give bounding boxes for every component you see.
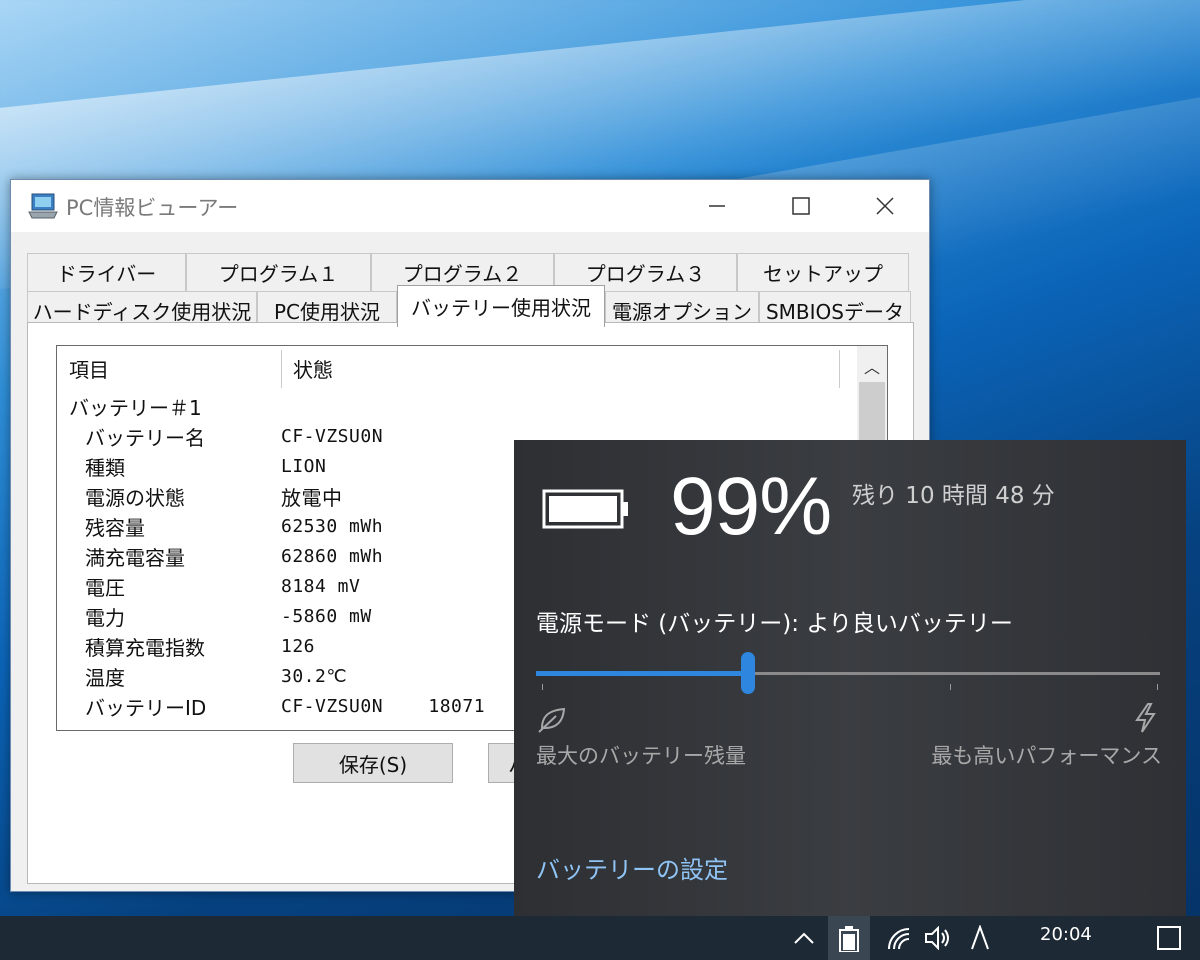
item-value: 62860 mWh [281, 545, 384, 567]
wifi-icon [888, 928, 910, 950]
taskbar: 20:04 [0, 916, 1200, 960]
item-label: 温度 [85, 665, 125, 690]
item-value: 30.2℃ [281, 665, 348, 687]
item-value: 8184 mV [281, 575, 361, 597]
action-center-button[interactable] [1148, 916, 1190, 960]
power-mode-label: 電源モード (バッテリー): より良いバッテリー [536, 611, 1013, 637]
minimize-button[interactable] [675, 184, 759, 228]
taskbar-clock[interactable]: 20:04 [1040, 924, 1092, 945]
scroll-thumb[interactable] [859, 382, 885, 442]
column-header-item[interactable]: 項目 [69, 346, 109, 390]
item-label: 電圧 [85, 575, 125, 600]
column-divider[interactable] [281, 350, 282, 388]
battery-tray-button[interactable] [828, 916, 870, 960]
item-label: 積算充電指数 [85, 635, 205, 660]
show-hidden-icons-button[interactable] [786, 916, 822, 960]
item-label: バッテリー名 [85, 425, 205, 450]
window-title: PC情報ビューアー [66, 196, 239, 220]
notification-icon [1157, 926, 1181, 950]
battery-icon [542, 489, 628, 529]
column-divider[interactable] [839, 350, 840, 388]
best-performance-label: 最も高いパフォーマンス [931, 744, 1162, 768]
item-value: CF-VZSU0N [281, 425, 384, 447]
close-button[interactable] [843, 184, 927, 228]
item-label: バッテリー＃1 [69, 395, 202, 420]
item-label: 電力 [85, 605, 125, 630]
item-label: 種類 [85, 455, 125, 480]
speaker-icon [925, 926, 949, 950]
leaf-icon [538, 707, 566, 733]
item-label: 残容量 [85, 515, 145, 540]
power-mode-slider-thumb[interactable] [741, 652, 756, 694]
battery-remaining-time: 残り 10 時間 48 分 [852, 483, 1055, 509]
volume-button[interactable] [920, 916, 956, 960]
item-value: 126 [281, 635, 316, 657]
slider-tick [950, 684, 951, 690]
battery-settings-link[interactable]: バッテリーの設定 [536, 850, 728, 885]
tab-driver[interactable]: ドライバー [27, 253, 186, 291]
battery-flyout: 99% 残り 10 時間 48 分 電源モード (バッテリー): より良いバッテ… [514, 440, 1186, 916]
minimize-icon [709, 205, 725, 207]
item-value: LION [281, 455, 327, 477]
laptop-app-icon [28, 193, 58, 219]
tab-setup[interactable]: セットアップ [737, 253, 909, 291]
item-label: 電源の状態 [85, 485, 185, 510]
close-icon [876, 197, 894, 215]
input-method-button[interactable] [962, 916, 998, 960]
chevron-up-icon [794, 932, 814, 944]
battery-saver-label: 最大のバッテリー残量 [536, 744, 746, 768]
list-item[interactable]: バッテリー＃1 [57, 391, 847, 421]
ime-a-icon [971, 925, 989, 950]
item-label: 満充電容量 [85, 545, 185, 570]
item-label: バッテリーID [85, 695, 207, 720]
slider-tick [542, 684, 543, 690]
tab-battery-usage[interactable]: バッテリー使用状況 [397, 285, 605, 327]
save-button[interactable]: 保存(S) [293, 743, 453, 783]
tab-program1[interactable]: プログラム１ [186, 253, 371, 291]
slider-tick [1157, 684, 1158, 690]
maximize-icon [792, 197, 810, 215]
scroll-up-icon[interactable]: ︿ [857, 352, 887, 380]
item-value: -5860 mW [281, 605, 372, 627]
battery-tray-icon [839, 926, 859, 952]
lightning-icon [1135, 703, 1156, 733]
item-value: 62530 mWh [281, 515, 384, 537]
maximize-button[interactable] [759, 184, 843, 228]
network-button[interactable] [880, 916, 916, 960]
item-value: CF-VZSU0N 18071 [281, 695, 486, 717]
item-value: 放電中 [281, 485, 343, 510]
power-mode-slider-fill [536, 671, 749, 676]
column-header-status[interactable]: 状態 [293, 346, 333, 390]
battery-percent: 99% [670, 461, 832, 552]
title-bar[interactable]: PC情報ビューアー [11, 180, 929, 232]
